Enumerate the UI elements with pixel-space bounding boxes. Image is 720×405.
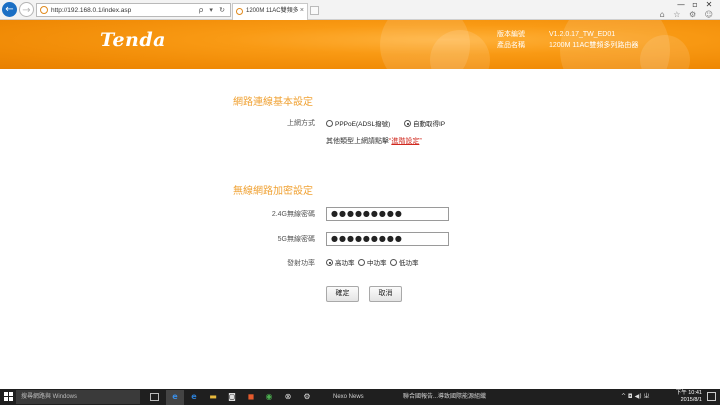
pppoe-radio[interactable] xyxy=(326,120,333,127)
firmware-label: 版本編號 xyxy=(497,31,525,38)
wan-section-title: 網路連線基本設定 xyxy=(233,97,313,108)
device-info: 版本編號 V1.2.0.17_TW_ED01 產品名稱 1200M 11AC雙頻多列… xyxy=(497,29,638,51)
browser-tab[interactable]: 1200M 11AC雙頻多列路由... × xyxy=(232,3,308,20)
pppoe-option[interactable]: PPPoE(ADSL撥號) xyxy=(326,118,390,128)
system-tray-icons[interactable]: ^ ◘ ◀) ㄓ xyxy=(621,389,649,405)
screen: ← → http://192.168.0.1/index.asp ρ ▾ ↻ 1… xyxy=(0,0,720,405)
wifi-24g-password-label: 2.4G無線密碼 xyxy=(271,211,315,218)
tab-close-icon[interactable]: × xyxy=(300,6,304,16)
power-medium-radio[interactable] xyxy=(358,259,365,266)
tab-title: 1200M 11AC雙頻多列路由... xyxy=(246,8,298,14)
browser-chrome: ← → http://192.168.0.1/index.asp ρ ▾ ↻ 1… xyxy=(0,0,720,20)
wireless-section-title: 無線網路加密設定 xyxy=(233,186,313,197)
tenda-logo: Tenda xyxy=(100,29,166,51)
office-icon[interactable]: ◼ xyxy=(246,392,256,402)
news-ticker[interactable]: 聯合國報告...導致國際能源組織 xyxy=(403,389,486,405)
task-view-icon[interactable] xyxy=(150,393,159,401)
cancel-button[interactable]: 取消 xyxy=(369,286,402,302)
clock-time: 下午 10:41 xyxy=(675,390,702,396)
back-button[interactable]: ← xyxy=(2,2,17,17)
wifi-5g-password-input[interactable]: ●●●●●●●●● xyxy=(326,232,449,246)
forward-button[interactable]: → xyxy=(19,2,34,17)
ok-button[interactable]: 確定 xyxy=(326,286,359,302)
chrome-icon[interactable]: ◉ xyxy=(264,392,274,402)
product-name: 1200M 11AC雙頻多列路由器 xyxy=(549,42,639,49)
advanced-settings-link[interactable]: 進階設定 xyxy=(391,138,419,145)
connection-type-label: 上網方式 xyxy=(287,120,315,127)
window-controls: — ▫ ✕ xyxy=(674,0,716,10)
windows-start-icon[interactable] xyxy=(4,392,14,402)
address-actions-icon[interactable]: ρ ▾ ↻ xyxy=(199,4,227,16)
power-medium-option[interactable]: 中功率 xyxy=(358,257,387,267)
power-low-radio[interactable] xyxy=(390,259,397,266)
news-widget[interactable]: Nexo News xyxy=(333,389,364,405)
internet-explorer-icon[interactable]: e xyxy=(170,392,180,402)
settings-icon[interactable]: ⚙ xyxy=(302,392,312,402)
dhcp-radio[interactable] xyxy=(404,120,411,127)
store-icon[interactable]: ◙ xyxy=(227,392,237,402)
power-high-radio[interactable] xyxy=(326,259,333,266)
clock-date: 2015/8/1 xyxy=(680,397,702,403)
page-icon xyxy=(40,6,48,14)
minimize-button[interactable]: — xyxy=(674,0,688,10)
wifi-24g-password-input[interactable]: ●●●●●●●●● xyxy=(326,207,449,221)
taskbar-clock[interactable]: 下午 10:41 2015/8/1 xyxy=(676,390,702,404)
power-low-option[interactable]: 低功率 xyxy=(390,257,419,267)
xbox-icon[interactable]: ⊗ xyxy=(283,392,293,402)
address-bar[interactable]: http://192.168.0.1/index.asp ρ ▾ ↻ xyxy=(36,3,231,17)
taskbar-search-input[interactable]: 搜尋網路與 Windows xyxy=(16,390,140,404)
close-window-button[interactable]: ✕ xyxy=(702,0,716,10)
wifi-5g-password-label: 5G無線密碼 xyxy=(277,236,315,243)
router-header: Tenda 版本編號 V1.2.0.17_TW_ED01 產品名稱 1200M 11… xyxy=(0,20,720,69)
new-tab-button[interactable] xyxy=(310,6,319,15)
notification-icon[interactable] xyxy=(707,392,716,401)
firmware-version: V1.2.0.17_TW_ED01 xyxy=(549,31,616,38)
file-explorer-icon[interactable]: ▬ xyxy=(208,392,218,402)
toolbar-icons[interactable]: ⌂ ☆ ⚙ ☺ xyxy=(660,10,716,20)
taskbar: 搜尋網路與 Windows e e ▬ ◙ ◼ ◉ ⊗ ⚙ Nexo News … xyxy=(0,389,720,405)
edge-icon[interactable]: e xyxy=(189,392,199,402)
maximize-button[interactable]: ▫ xyxy=(688,0,702,10)
tab-favicon-icon xyxy=(236,8,243,15)
dhcp-option[interactable]: 自動取得IP xyxy=(404,118,445,128)
url-text: http://192.168.0.1/index.asp xyxy=(51,7,132,14)
advanced-hint: 其他類型上網請點擊“進階設定” xyxy=(326,138,422,145)
power-high-option[interactable]: 高功率 xyxy=(326,257,355,267)
tx-power-label: 發射功率 xyxy=(287,260,315,267)
product-label: 產品名稱 xyxy=(497,42,525,49)
